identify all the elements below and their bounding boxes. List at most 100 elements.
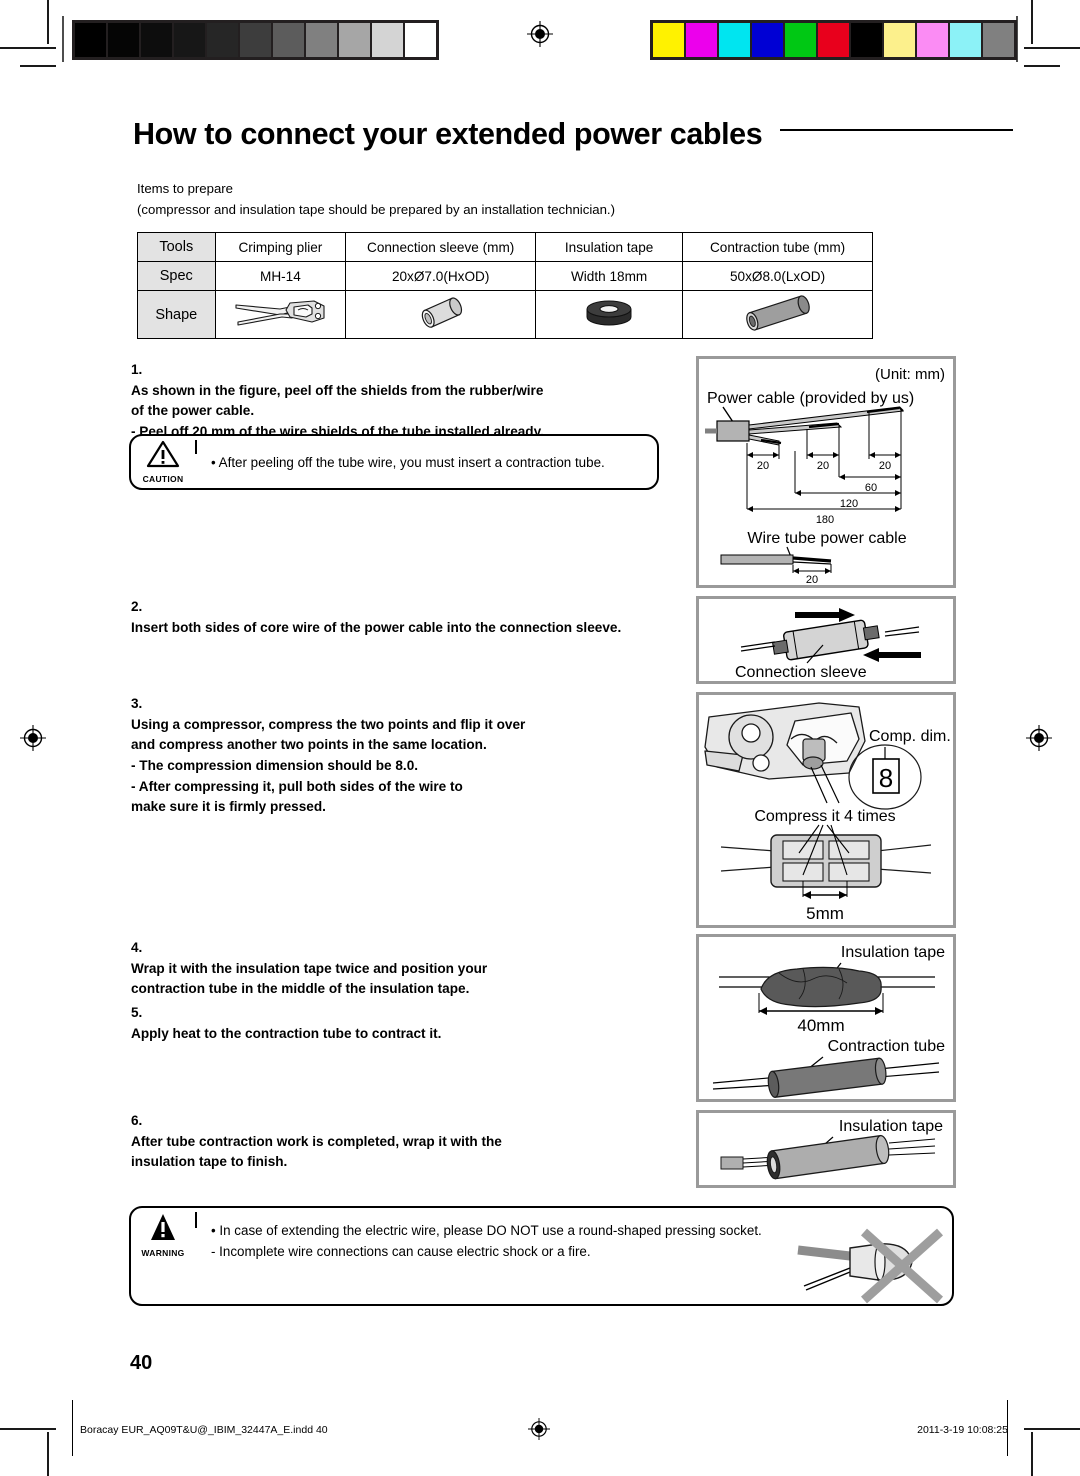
step-3-body: Using a compressor, compress the two poi… [131,715,701,818]
round-pressing-socket-crossed-out-figure [794,1228,944,1309]
shape-cell-tape [535,290,684,339]
table-header-crimping-plier: Crimping plier [214,232,347,262]
power-cable-caption: Power cable (provided by us) [707,390,914,407]
figure-power-cable-dimensions: (Unit: mm) Power cable (provided by us) [696,356,956,588]
comp-dim-value: 8 [879,763,893,793]
items-to-prepare-table: Tools Crimping plier Connection sleeve (… [137,232,873,339]
footer-left-rule [72,1400,73,1456]
figure-insulation-tape-contraction-tube: Insulation tape 40mm Contraction tube [696,934,956,1102]
contraction-tube-caption: Contraction tube [828,1038,946,1055]
shape-cell-contraction-tube [682,290,873,339]
page-content: How to connect your extended power cable… [0,0,1080,1476]
figure-crimping-compression: Comp. dim. 8 Compress it 4 times 5mm [696,692,956,928]
step-3-line-5: make sure it is firmly pressed. [131,799,326,815]
step-4-number: 4. [131,940,143,955]
caution-sign: CAUTION [131,436,195,484]
table-row-spec: Spec MH-14 20xØ7.0(HxOD) Width 18mm 50xØ… [137,261,873,291]
connection-sleeve-icon [413,294,469,335]
intro-line-1: Items to prepare [137,181,234,196]
page-title: How to connect your extended power cable… [133,117,763,151]
step-1-number: 1. [131,362,143,377]
row-label-shape: Shape [137,290,216,339]
spec-contraction-tube: 50xØ8.0(LxOD) [682,261,873,291]
insulation-tape-caption: Insulation tape [841,944,945,961]
step-5-line-1: Apply heat to the contraction tube to co… [131,1025,442,1041]
step-1-line-2: of the power cable. [131,403,255,419]
figure-finished-insulation-tape: Insulation tape [696,1110,956,1188]
step-6: 6. After tube contraction work is comple… [131,1111,691,1173]
page-number: 40 [130,1352,153,1374]
step-3-line-2: and compress another two points in the s… [131,737,487,753]
title-rule [780,128,1013,131]
caution-label: CAUTION [142,474,184,484]
row-label-tools: Tools [137,232,216,262]
step-6-line-1: After tube contraction work is completed… [131,1133,502,1149]
step-3-line-1: Using a compressor, compress the two poi… [131,716,526,732]
step-5: 5. Apply heat to the contraction tube to… [131,1003,691,1044]
unit-label: (Unit: mm) [875,366,945,383]
compress-caption: Compress it 4 times [754,808,895,825]
dim-180: 180 [816,514,834,526]
step-3-number: 3. [131,696,143,711]
step-4: 4. Wrap it with the insulation tape twic… [131,938,691,1000]
crimping-plier-icon [228,293,332,336]
spec-insulation-tape: Width 18mm [535,261,684,291]
step-2: 2. Insert both sides of core wire of the… [131,597,701,638]
step-6-body: After tube contraction work is completed… [131,1132,691,1173]
step-5-body: Apply heat to the contraction tube to co… [131,1024,691,1045]
warning-triangle-exclamation-icon [146,440,180,473]
table-row-shape: Shape [137,290,873,339]
dim-20-c: 20 [879,460,891,472]
dim-20-tube: 20 [806,574,818,585]
warning-label: WARNING [141,1248,185,1258]
step-1-line-1: As shown in the figure, peel off the shi… [131,382,544,398]
intro-text: Items to prepare (compressor and insulat… [137,178,937,221]
dim-120: 120 [840,498,858,510]
step-4-body: Wrap it with the insulation tape twice a… [131,959,691,1000]
connection-sleeve-caption: Connection sleeve [735,664,867,681]
intro-line-2: (compressor and insulation tape should b… [137,202,615,218]
step-1: 1. As shown in the figure, peel off the … [131,360,691,443]
warning-box: WARNING • In case of extending the elect… [129,1206,954,1306]
step-3: 3. Using a compressor, compress the two … [131,694,701,818]
step-4-line-2: contraction tube in the middle of the in… [131,981,470,997]
table-header-contraction-tube: Contraction tube (mm) [682,232,873,262]
step-3-line-4: - After compressing it, pull both sides … [131,778,463,794]
contraction-tube-icon [735,294,821,335]
step-4-line-1: Wrap it with the insulation tape twice a… [131,960,488,976]
warning-exclamation-icon [148,1212,178,1247]
insulation-tape-roll-icon [579,294,639,335]
table-header-insulation-tape: Insulation tape [535,232,684,262]
finished-insulation-tape-caption: Insulation tape [839,1118,943,1135]
dim-20-b: 20 [817,460,829,472]
arrow-right-icon [795,608,855,622]
table-header-connection-sleeve: Connection sleeve (mm) [345,232,537,262]
footer-registration-mark [528,1418,550,1440]
arrow-left-icon [863,648,921,662]
caution-box: CAUTION • After peeling off the tube wir… [129,434,659,490]
table-row-tools: Tools Crimping plier Connection sleeve (… [137,232,873,262]
dim-60: 60 [865,482,877,494]
step-5-number: 5. [131,1005,143,1020]
dim-5mm: 5mm [806,904,844,923]
row-label-spec: Spec [137,261,216,291]
comp-dim-caption: Comp. dim. [869,728,951,745]
spec-connection-sleeve: 20xØ7.0(HxOD) [345,261,537,291]
shape-cell-plier [214,290,347,339]
footer-file-name: Boracay EUR_AQ09T&U@_IBIM_32447A_E.indd … [80,1424,328,1436]
page-title-block: How to connect your extended power cable… [133,117,1013,152]
step-2-body: Insert both sides of core wire of the po… [131,618,701,639]
figure-connection-sleeve: Connection sleeve [696,596,956,684]
step-2-line-1: Insert both sides of core wire of the po… [131,619,622,635]
caution-text: • After peeling off the tube wire, you m… [197,436,657,473]
step-6-number: 6. [131,1113,143,1128]
footer-timestamp: 2011-3-19 10:08:25 [917,1424,1008,1436]
step-6-line-2: insulation tape to finish. [131,1154,288,1170]
spec-crimping-plier: MH-14 [214,261,347,291]
step-2-number: 2. [131,599,143,614]
warning-sign: WARNING [131,1208,195,1258]
step-3-line-3: - The compression dimension should be 8.… [131,757,419,773]
dim-20-a: 20 [757,460,769,472]
wire-tube-power-cable-caption: Wire tube power cable [747,530,906,547]
dim-40mm: 40mm [797,1016,844,1035]
